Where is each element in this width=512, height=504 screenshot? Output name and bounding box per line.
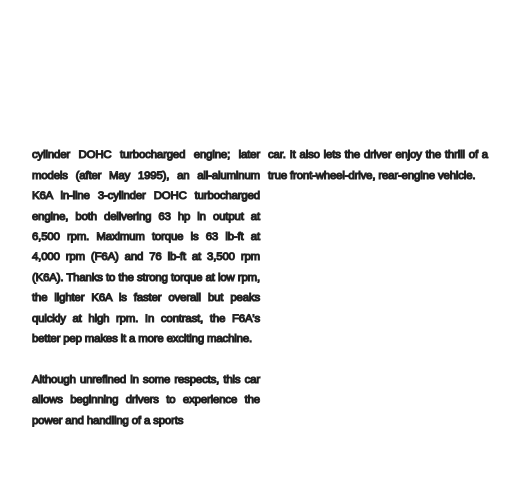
left-text-column: cylinder DOHC turbocharged engine; later… — [31, 125, 260, 452]
document-page: cylinder DOHC turbocharged engine; later… — [0, 0, 512, 504]
right-paragraph-1: car. It also lets the driver enjoy the t… — [267, 149, 488, 183]
left-paragraph-2: Although unrefined in some respects, thi… — [31, 373, 260, 427]
left-paragraph-1: cylinder DOHC turbocharged engine; later… — [31, 149, 260, 346]
right-text-column: car. It also lets the driver enjoy the t… — [267, 125, 488, 207]
